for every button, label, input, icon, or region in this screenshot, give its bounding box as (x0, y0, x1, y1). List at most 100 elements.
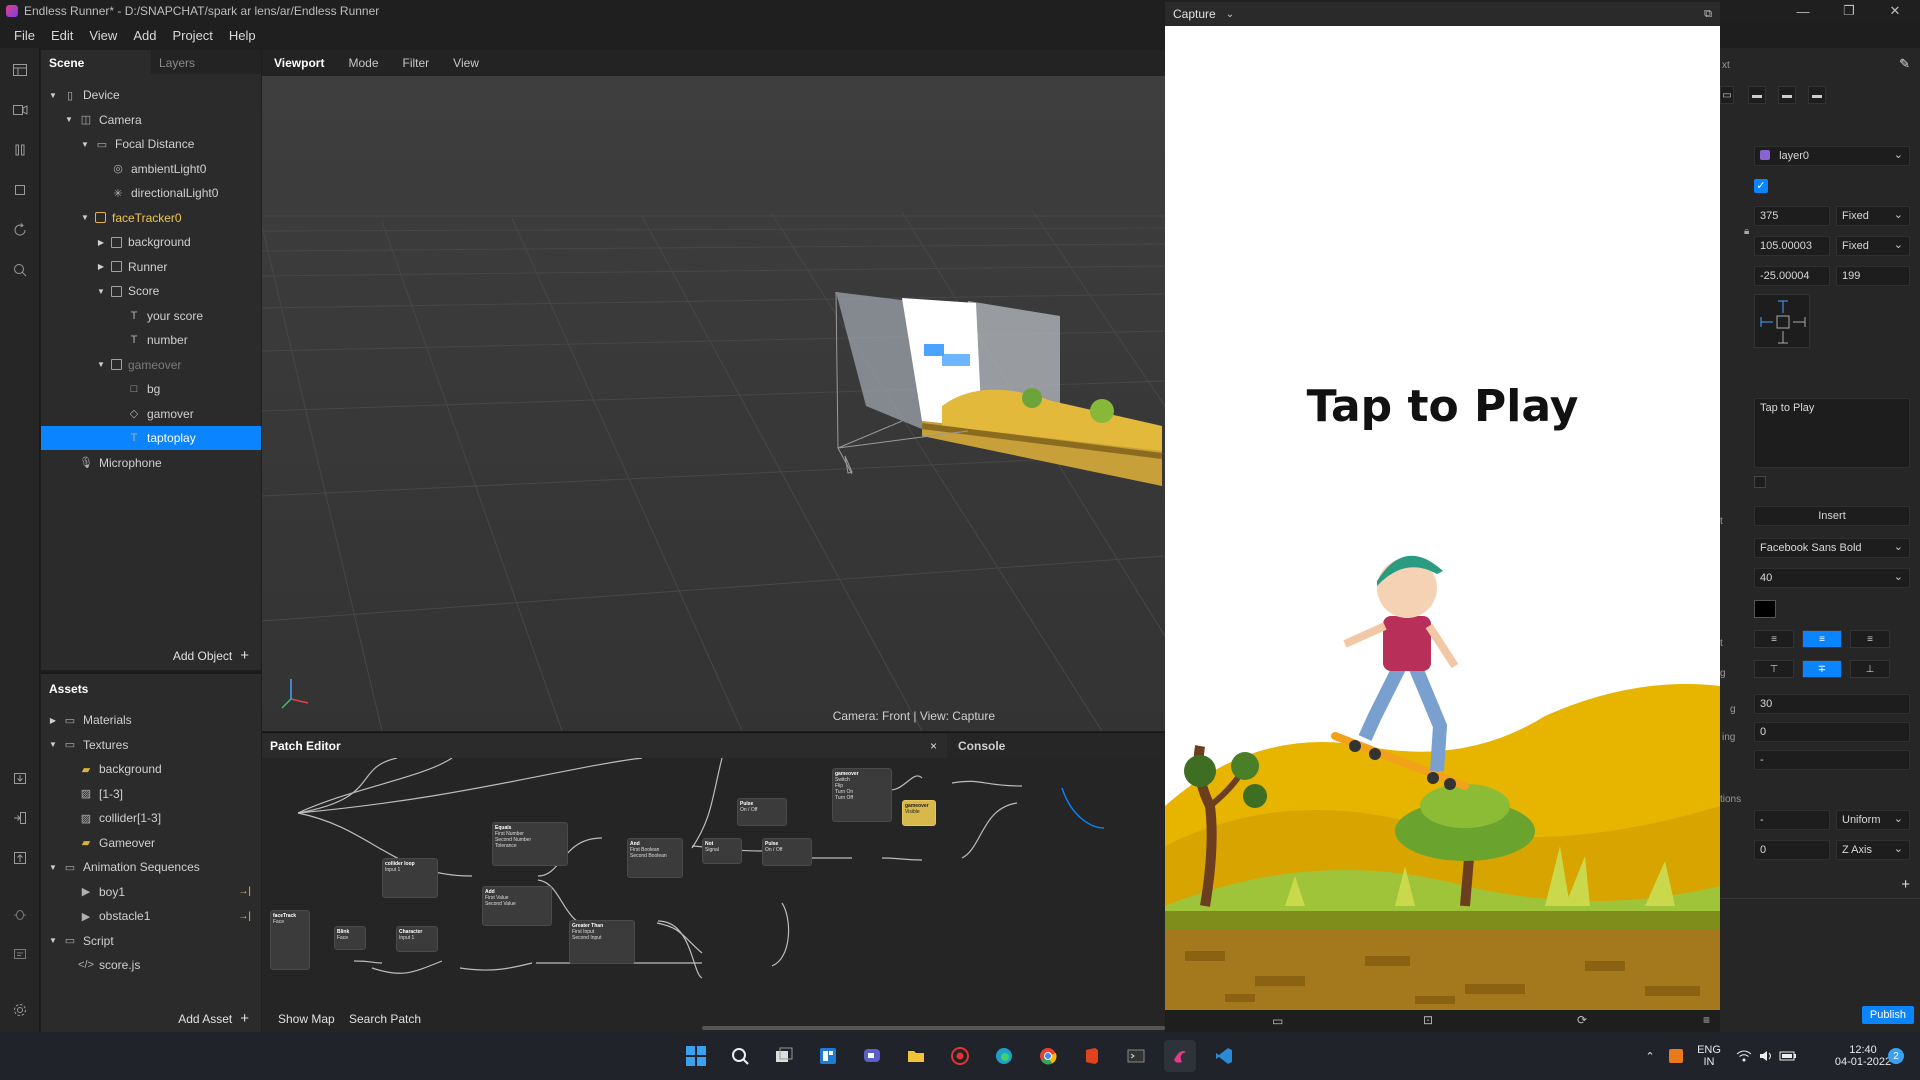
asset-tree-item[interactable]: ▰ background (41, 757, 261, 781)
scale-input[interactable]: - (1754, 810, 1830, 830)
scene-tree-item[interactable]: ▼ ▯ Device (41, 83, 261, 107)
patch-node[interactable]: And First Boolean Second Boolean (627, 838, 683, 878)
patch-node[interactable]: Pulse On / Off (762, 838, 812, 866)
patch-node[interactable]: faceTrack Face (270, 910, 310, 970)
caret-down-icon[interactable]: ▼ (95, 285, 107, 297)
align-right-edge-icon[interactable]: ▬ (1808, 86, 1826, 104)
search-patch-button[interactable]: Search Patch (349, 1012, 421, 1026)
popout-icon[interactable]: ⧉ (1704, 8, 1712, 21)
asset-tree-item[interactable]: </> score.js (41, 953, 261, 977)
spacing-input[interactable]: - (1754, 750, 1910, 770)
patch-node[interactable]: gameover Switch Flip Turn On Turn Off (832, 768, 892, 822)
valign-bottom-icon[interactable]: ⊥ (1850, 660, 1890, 678)
publish-button[interactable]: Publish (1861, 1006, 1914, 1024)
battery-icon[interactable] (1778, 1032, 1798, 1080)
vscode-icon[interactable] (1208, 1040, 1240, 1072)
tab-patch-editor[interactable]: Patch Editor (262, 733, 947, 759)
terminal-icon[interactable] (1120, 1040, 1152, 1072)
bug-icon[interactable] (10, 904, 30, 924)
mode-menu[interactable]: Mode (336, 56, 390, 70)
valign-middle-icon[interactable]: ∓ (1802, 660, 1842, 678)
tab-layers[interactable]: Layers (151, 50, 261, 74)
asset-tree-item[interactable]: ▶ ▭ Materials (41, 708, 261, 732)
patch-editor-canvas[interactable]: Equals First Number Second Number Tolerance… (262, 758, 1165, 1032)
scene-tree-item[interactable]: ▶ background (41, 230, 261, 254)
tab-viewport[interactable]: Viewport (262, 56, 336, 70)
chevron-down-icon[interactable]: ⌄ (1226, 9, 1234, 20)
caret-right-icon[interactable]: ▶ (95, 236, 107, 248)
add-property-plus-icon[interactable]: + (1901, 876, 1910, 893)
scene-tree-item[interactable]: □ bg (41, 377, 261, 401)
scene-tree-item[interactable]: ✳ directionalLight0 (41, 181, 261, 205)
menu-project[interactable]: Project (164, 28, 220, 43)
scale-mode-select[interactable]: Uniform (1836, 810, 1910, 830)
volume-icon[interactable] (1756, 1032, 1776, 1080)
valign-top-icon[interactable]: ⊤ (1754, 660, 1794, 678)
height-mode-select[interactable]: Fixed (1836, 236, 1910, 256)
close-patch-editor-button[interactable]: × (922, 733, 945, 759)
show-map-button[interactable]: Show Map (278, 1012, 335, 1026)
asset-tree-item[interactable]: ▶ obstacle1 →| (41, 904, 261, 928)
start-windows-icon[interactable] (680, 1040, 712, 1072)
office-icon[interactable] (1076, 1040, 1108, 1072)
wifi-icon[interactable] (1734, 1032, 1754, 1080)
language-indicator[interactable]: ENG IN (1692, 1032, 1726, 1080)
caret-right-icon[interactable]: ▶ (95, 261, 107, 273)
width-input[interactable]: 375 (1754, 206, 1830, 226)
asset-tree-item[interactable]: ▼ ▭ Script (41, 929, 261, 953)
scene-tree-item[interactable]: ▼ ▭ Focal Distance (41, 132, 261, 156)
caret-down-icon[interactable]: ▼ (95, 359, 107, 371)
notifications-badge[interactable]: 2 (1886, 1032, 1906, 1080)
view-menu[interactable]: View (441, 56, 491, 70)
scene-tree-item[interactable]: ◇ gamover (41, 402, 261, 426)
caret-right-icon[interactable]: ▶ (47, 714, 59, 726)
scene-tree-item[interactable]: ▼ ◫ Camera (41, 108, 261, 132)
settings-gear-icon[interactable] (10, 1000, 30, 1020)
minimize-button[interactable]: — (1780, 0, 1826, 22)
spark-ar-taskbar-icon[interactable] (1164, 1040, 1196, 1072)
scene-tree-item[interactable]: Tyour score (41, 304, 261, 328)
line-spacing-input[interactable]: 0 (1754, 722, 1910, 742)
layer-select[interactable]: layer0 (1754, 146, 1910, 166)
caret-down-icon[interactable]: ▼ (79, 138, 91, 150)
insert-button[interactable]: Insert (1754, 506, 1910, 526)
video-icon[interactable] (10, 100, 30, 120)
scene-tree-item[interactable]: Ttaptoplay (41, 426, 261, 450)
scene-tree-item[interactable]: ▼ Score (41, 279, 261, 303)
import-icon[interactable] (10, 768, 30, 788)
menu-edit[interactable]: Edit (43, 28, 81, 43)
width-mode-select[interactable]: Fixed (1836, 206, 1910, 226)
antivirus-tray-icon[interactable] (1662, 1032, 1690, 1080)
align-right-icon[interactable]: ≡ (1850, 630, 1890, 648)
asset-tree-item[interactable]: ▼ ▭ Textures (41, 733, 261, 757)
file-explorer-icon[interactable] (900, 1040, 932, 1072)
patch-node[interactable]: Pulse On / Off (737, 798, 787, 826)
square-icon[interactable] (10, 180, 30, 200)
filter-menu[interactable]: Filter (391, 56, 442, 70)
letter-spacing-input[interactable]: 30 (1754, 694, 1910, 714)
patch-node[interactable]: Greater Than First Input Second Input (569, 920, 635, 964)
patch-node[interactable]: Not Signal (702, 838, 742, 864)
menu-add[interactable]: Add (125, 28, 164, 43)
add-asset-button[interactable]: Add Asset + (178, 1010, 249, 1027)
edge-browser-icon[interactable] (988, 1040, 1020, 1072)
patch-node[interactable]: gameover Visible (902, 800, 936, 826)
font-select[interactable]: Facebook Sans Bold (1754, 538, 1910, 558)
asset-tree-item[interactable]: ▼ ▭ Animation Sequences (41, 855, 261, 879)
scene-tree-item[interactable]: ◎ ambientLight0 (41, 157, 261, 181)
search-icon[interactable] (10, 260, 30, 280)
scene-tree-item[interactable]: Tnumber (41, 328, 261, 352)
show-hidden-icons-icon[interactable]: ⌃ (1640, 1032, 1660, 1080)
magic-wand-icon[interactable]: ✎ (1899, 56, 1910, 72)
lock-ratio-icon[interactable]: 🔒︎ (1744, 226, 1749, 237)
maximize-button[interactable]: ❐ (1826, 0, 1872, 22)
rotation-axis-select[interactable]: Z Axis (1836, 840, 1910, 860)
capture-preview[interactable]: Tap to Play (1165, 26, 1720, 1010)
scene-tree-item[interactable]: 🎙︎ Microphone (41, 451, 261, 475)
export-icon[interactable] (10, 808, 30, 828)
asset-tree-item[interactable]: ▨ [1-3] (41, 782, 261, 806)
align-icon[interactable]: ▭ (1720, 86, 1734, 104)
task-view-icon[interactable] (768, 1040, 800, 1072)
position-y-input[interactable]: 199 (1836, 266, 1910, 286)
screen-recorder-icon[interactable] (944, 1040, 976, 1072)
